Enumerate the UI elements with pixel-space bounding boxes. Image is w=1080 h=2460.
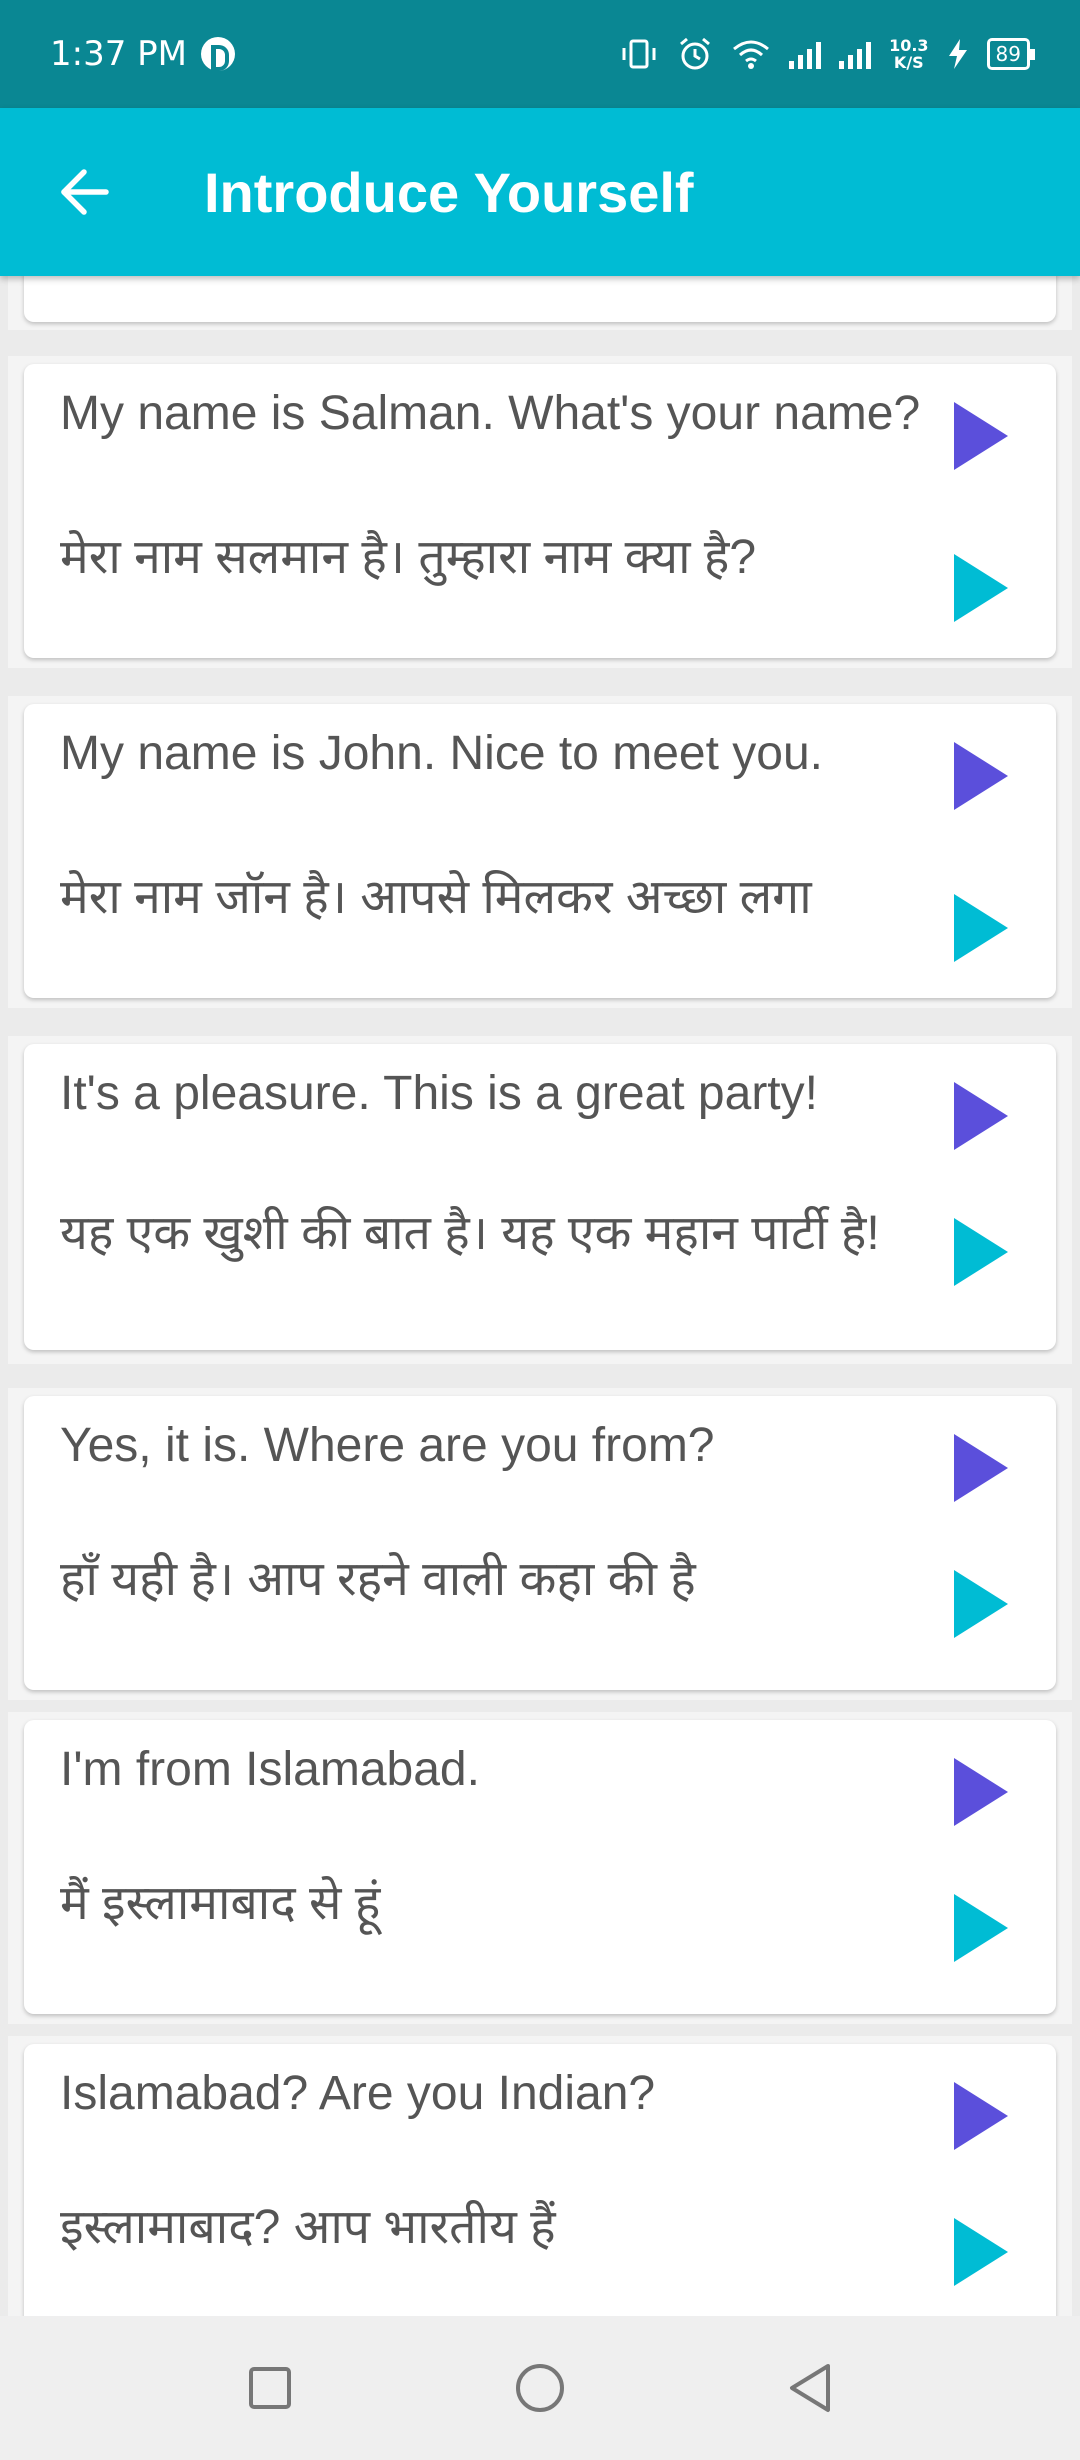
app-notification-icon <box>201 37 235 71</box>
signal-2-icon <box>839 39 872 69</box>
home-circle-icon <box>516 2364 564 2412</box>
wifi-icon <box>733 40 770 69</box>
card-surface: I'm from Islamabad. मैं इस्लामाबाद से हू… <box>24 1720 1056 2014</box>
back-triangle-icon <box>790 2364 830 2412</box>
english-phrase: I'm from Islamabad. <box>60 1743 480 1796</box>
play-icon <box>954 402 1008 470</box>
hindi-phrase: इस्लामाबाद? आप भारतीय हैं <box>60 2201 556 2254</box>
play-english-button[interactable] <box>940 2076 1020 2156</box>
play-hindi-button[interactable] <box>940 2212 1020 2292</box>
battery-indicator: 89 <box>986 38 1036 70</box>
english-phrase: It's a pleasure. This is a great party! <box>60 1067 818 1120</box>
play-hindi-button[interactable] <box>940 888 1020 968</box>
card-surface: It's a pleasure. This is a great party! … <box>24 1044 1056 1350</box>
english-phrase: My name is John. Nice to meet you. <box>60 727 823 780</box>
play-english-button[interactable] <box>940 1752 1020 1832</box>
status-bar: 1:37 PM 10.3 K/S 89 <box>0 0 1080 108</box>
signal-1-icon <box>789 39 822 69</box>
battery-level: 89 <box>995 42 1021 66</box>
play-english-button[interactable] <box>940 736 1020 816</box>
play-hindi-button[interactable] <box>940 1564 1020 1644</box>
vibrate-icon <box>622 39 656 69</box>
play-icon <box>954 1758 1008 1826</box>
english-phrase: Yes, it is. Where are you from? <box>60 1419 715 1472</box>
net-speed-unit: K/S <box>893 53 924 72</box>
card-surface: Yes, it is. Where are you from? हाँ यही … <box>24 1396 1056 1690</box>
system-back-button[interactable] <box>760 2338 860 2438</box>
back-button[interactable] <box>30 137 140 247</box>
arrow-left-icon <box>61 169 109 215</box>
play-icon <box>954 2082 1008 2150</box>
card-surface <box>24 276 1056 322</box>
hindi-phrase: यह एक खुशी की बात है। यह एक महान पार्टी … <box>60 1207 880 1260</box>
card-surface: My name is Salman. What's your name? मेर… <box>24 364 1056 658</box>
system-nav-bar <box>0 2316 1080 2460</box>
phrase-card: My name is John. Nice to meet you. मेरा … <box>8 696 1072 1008</box>
phrase-card: It's a pleasure. This is a great party! … <box>8 1036 1072 1364</box>
phrase-card: Yes, it is. Where are you from? हाँ यही … <box>8 1388 1072 1700</box>
play-english-button[interactable] <box>940 1428 1020 1508</box>
play-english-button[interactable] <box>940 1076 1020 1156</box>
charging-bolt-icon <box>948 39 967 69</box>
status-time: 1:37 PM <box>50 34 187 74</box>
play-icon <box>954 742 1008 810</box>
card-surface: My name is John. Nice to meet you. मेरा … <box>24 704 1056 998</box>
phrase-card-partial <box>8 276 1072 330</box>
phrase-card: Islamabad? Are you Indian? इस्लामाबाद? आ… <box>8 2036 1072 2316</box>
play-hindi-button[interactable] <box>940 548 1020 628</box>
phrase-card: My name is Salman. What's your name? मेर… <box>8 356 1072 668</box>
status-right: 10.3 K/S 89 <box>619 36 1036 72</box>
hindi-phrase: हाँ यही है। आप रहने वाली कहा की है <box>60 1553 696 1606</box>
play-hindi-button[interactable] <box>940 1212 1020 1292</box>
play-icon <box>954 1894 1008 1962</box>
home-button[interactable] <box>490 2338 590 2438</box>
recents-button[interactable] <box>220 2338 320 2438</box>
card-surface: Islamabad? Are you Indian? इस्लामाबाद? आ… <box>24 2044 1056 2316</box>
play-hindi-button[interactable] <box>940 1888 1020 1968</box>
play-icon <box>954 1082 1008 1150</box>
alarm-icon <box>680 37 711 70</box>
hindi-phrase: मैं इस्लामाबाद से हूं <box>60 1877 381 1930</box>
play-icon <box>954 554 1008 622</box>
network-speed: 10.3 K/S <box>889 37 928 71</box>
english-phrase: Islamabad? Are you Indian? <box>60 2067 656 2120</box>
phrase-list[interactable]: My name is Salman. What's your name? मेर… <box>0 276 1080 2316</box>
page-title: Introduce Yourself <box>204 160 694 224</box>
play-english-button[interactable] <box>940 396 1020 476</box>
status-left: 1:37 PM <box>50 34 235 74</box>
english-phrase: My name is Salman. What's your name? <box>60 387 921 440</box>
play-icon <box>954 2218 1008 2286</box>
net-speed-value: 10.3 <box>889 36 929 55</box>
hindi-phrase: मेरा नाम जॉन है। आपसे मिलकर अच्छा लगा <box>60 871 812 924</box>
recents-square-icon <box>249 2367 291 2409</box>
play-icon <box>954 894 1008 962</box>
hindi-phrase: मेरा नाम सलमान है। तुम्हारा नाम क्या है? <box>60 531 757 584</box>
play-icon <box>954 1570 1008 1638</box>
play-icon <box>954 1434 1008 1502</box>
phrase-card: I'm from Islamabad. मैं इस्लामाबाद से हू… <box>8 1712 1072 2024</box>
app-bar: Introduce Yourself <box>0 108 1080 276</box>
play-icon <box>954 1218 1008 1286</box>
